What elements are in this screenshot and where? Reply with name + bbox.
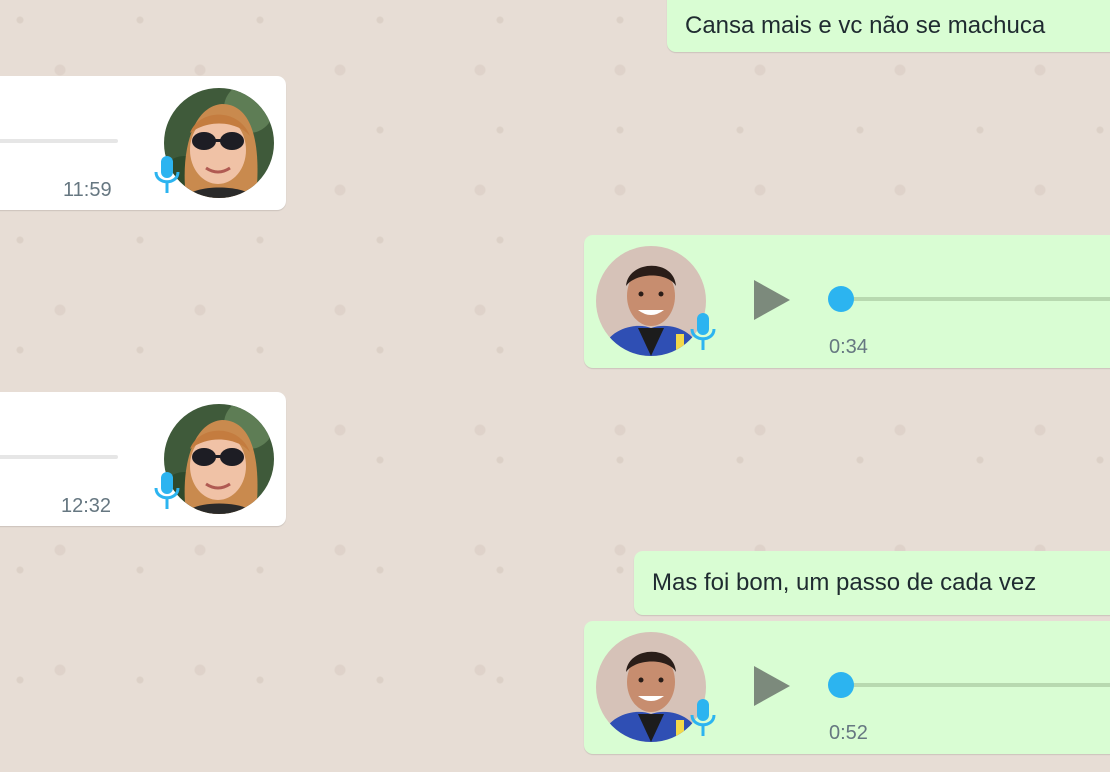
- microphone-icon: [690, 699, 716, 739]
- audio-progress-knob[interactable]: [828, 286, 854, 312]
- microphone-icon: [690, 313, 716, 353]
- audio-progress-knob[interactable]: [828, 672, 854, 698]
- audio-progress-track[interactable]: [0, 139, 118, 143]
- incoming-voice-message[interactable]: 11:59: [0, 76, 286, 210]
- outgoing-voice-message[interactable]: 0:52: [584, 621, 1110, 754]
- message-text: Cansa mais e vc não se machuca: [685, 12, 1046, 39]
- message-text: Mas foi bom, um passo de cada vez: [652, 569, 1037, 596]
- outgoing-voice-message[interactable]: 0:34: [584, 235, 1110, 368]
- outgoing-text-message[interactable]: Cansa mais e vc não se machuca: [667, 0, 1110, 52]
- sender-avatar: [164, 404, 274, 514]
- chat-area: Cansa mais e vc não se machuca 11:59 0:3…: [0, 0, 1110, 772]
- sender-avatar: [164, 88, 274, 198]
- play-button[interactable]: [752, 278, 792, 322]
- audio-progress-track[interactable]: [0, 455, 118, 459]
- outgoing-text-message[interactable]: Mas foi bom, um passo de cada vez: [634, 551, 1110, 615]
- microphone-icon: [154, 472, 180, 512]
- play-button[interactable]: [752, 664, 792, 708]
- message-timestamp: 11:59: [63, 179, 112, 201]
- voice-duration: 0:52: [829, 722, 868, 744]
- incoming-voice-message[interactable]: 12:32: [0, 392, 286, 526]
- audio-progress-track[interactable]: [842, 683, 1110, 687]
- message-timestamp: 12:32: [61, 495, 112, 517]
- voice-duration: 0:34: [829, 336, 868, 358]
- microphone-icon: [154, 156, 180, 196]
- audio-progress-track[interactable]: [842, 297, 1110, 301]
